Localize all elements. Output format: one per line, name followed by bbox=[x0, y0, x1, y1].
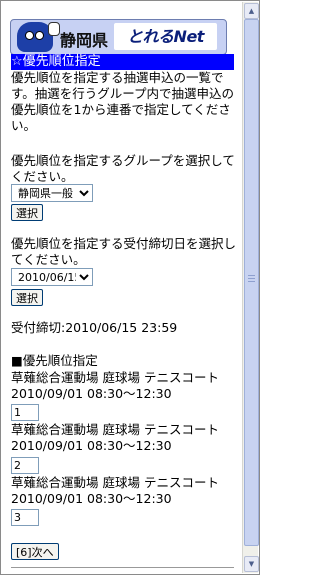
entry-datetime: 2010/09/01 08:30〜12:30 bbox=[11, 438, 172, 453]
priority-input[interactable] bbox=[11, 457, 39, 474]
entry-facility: 草薙総合運動場 庭球場 テニスコート bbox=[11, 422, 219, 437]
divider bbox=[11, 567, 234, 568]
page-content: 静岡県 とれるNet ☆優先順位指定 優先順位を指定する抽選申込の一覧です。抽選… bbox=[2, 2, 243, 573]
deadline-prompt: 優先順位を指定する受付締切日を選択してください。 bbox=[11, 236, 237, 267]
entry-datetime: 2010/09/01 08:30〜12:30 bbox=[11, 491, 172, 506]
mascot-eye bbox=[35, 31, 44, 40]
vertical-scrollbar[interactable]: ▲ ▼ bbox=[242, 2, 259, 573]
priority-input[interactable] bbox=[11, 404, 39, 421]
scrollbar-thumb[interactable] bbox=[244, 19, 259, 546]
mascot-icon bbox=[17, 22, 60, 52]
group-prompt: 優先順位を指定するグループを選択してください。 bbox=[11, 153, 235, 184]
priority-input[interactable] bbox=[11, 509, 39, 526]
group-select-button[interactable]: 選択 bbox=[11, 204, 43, 221]
intro-text: 優先順位を指定する抽選申込の一覧です。抽選を行うグループ内で抽選申込の優先順位を… bbox=[11, 70, 235, 133]
priority-heading: ■優先順位指定 bbox=[11, 353, 98, 368]
group-select[interactable]: 静岡県一般 bbox=[11, 184, 93, 202]
entry-facility: 草薙総合運動場 庭球場 テニスコート bbox=[11, 370, 219, 385]
entry-datetime: 2010/09/01 08:30〜12:30 bbox=[11, 386, 172, 401]
scrollbar-grip-icon bbox=[248, 275, 255, 283]
deadline-select[interactable]: 2010/06/15 bbox=[11, 268, 93, 286]
page-title: ☆優先順位指定 bbox=[11, 54, 234, 70]
logo-prefecture: 静岡県 bbox=[60, 31, 109, 50]
site-logo[interactable]: 静岡県 とれるNet bbox=[10, 19, 227, 55]
deadline-info: 受付締切:2010/06/15 23:59 bbox=[11, 320, 178, 335]
logo-service-name: とれるNet bbox=[114, 23, 217, 50]
scroll-down-icon[interactable]: ▼ bbox=[244, 556, 259, 572]
mascot-eye bbox=[25, 31, 34, 40]
entry-facility: 草薙総合運動場 庭球場 テニスコート bbox=[11, 475, 219, 490]
browser-frame: 静岡県 とれるNet ☆優先順位指定 優先順位を指定する抽選申込の一覧です。抽選… bbox=[0, 0, 260, 575]
mascot-hand bbox=[48, 22, 60, 36]
scroll-up-icon[interactable]: ▲ bbox=[244, 3, 259, 19]
next-button[interactable]: [6]次へ bbox=[11, 543, 59, 560]
deadline-select-button[interactable]: 選択 bbox=[11, 289, 43, 306]
